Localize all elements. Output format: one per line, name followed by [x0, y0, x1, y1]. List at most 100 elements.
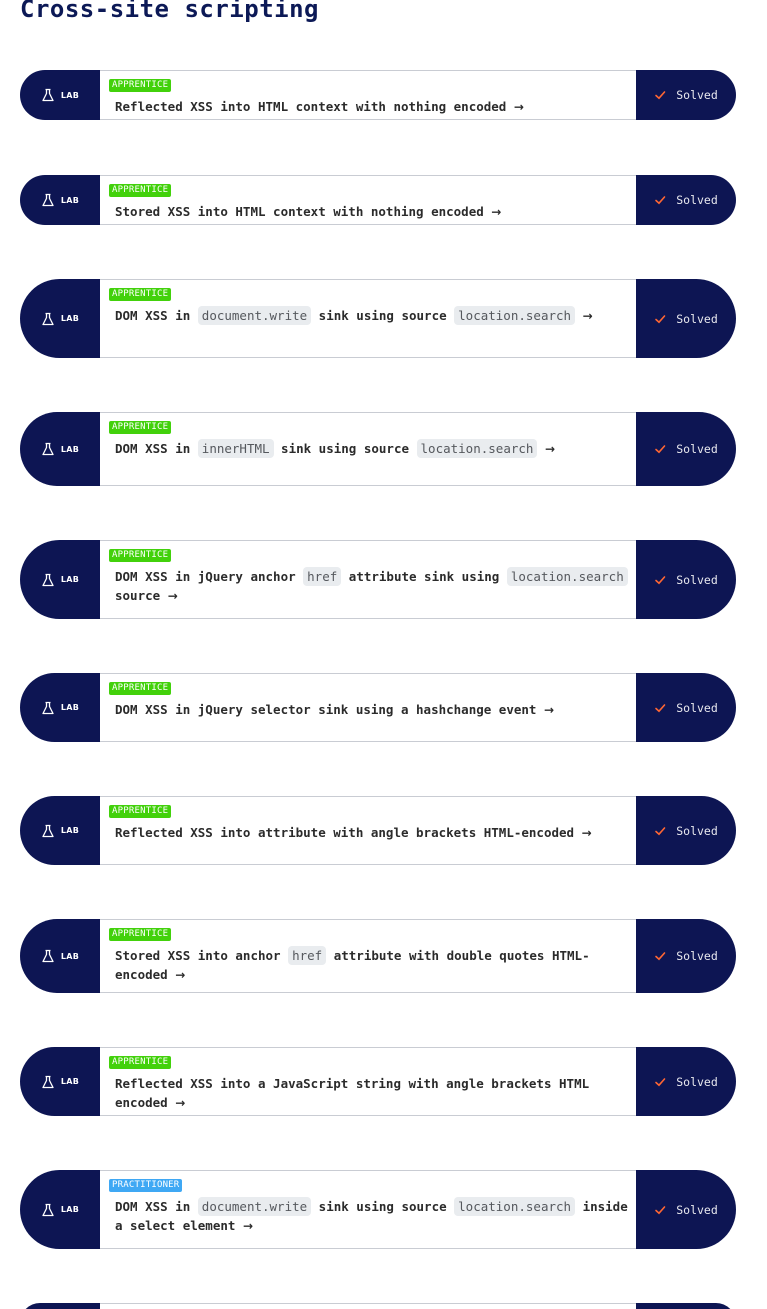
level-badge: APPRENTICE [109, 805, 172, 818]
check-icon [655, 1205, 666, 1214]
lab-tag-label: LAB [60, 951, 80, 961]
lab-card[interactable]: LAB APPRENTICE Reflected XSS into a JavaSc… [20, 1047, 736, 1116]
lab-card[interactable]: LAB APPRENTICE Stored XSS into HTML contex… [20, 175, 736, 225]
lab-card[interactable]: LAB APPRENTICE DOM XSS in jQuery selector … [20, 673, 736, 742]
lab-card[interactable]: LAB APPRENTICE DOM XSS in document.write s… [20, 279, 736, 358]
status-label: Solved [676, 193, 718, 207]
lab-title-link[interactable]: DOM XSS in jQuery anchor href attribute … [115, 567, 628, 606]
lab-tag: LAB [20, 796, 100, 865]
code-snippet: document.write [197, 1197, 312, 1216]
code-snippet: innerHTML [197, 439, 274, 458]
lab-body: APPRENTICE DOM XSS in document.write sink… [100, 279, 636, 358]
flask-icon [42, 573, 54, 586]
lab-tag: LAB [20, 540, 100, 619]
lab-tag-label: LAB [60, 1205, 80, 1214]
lab-title-text: Stored XSS into HTML context with nothin… [115, 204, 484, 219]
status-label: Solved [676, 823, 718, 838]
lab-title-link[interactable]: Stored XSS into HTML context with nothin… [115, 202, 628, 222]
flask-icon [42, 949, 54, 963]
lab-tag-label: LAB [60, 195, 80, 205]
lab-body-partial [100, 1303, 636, 1309]
check-icon [655, 445, 666, 454]
check-icon [655, 575, 666, 584]
lab-title-text: Stored XSS into anchor [115, 948, 289, 963]
lab-card[interactable]: LAB APPRENTICE DOM XSS in jQuery anchor hr… [20, 540, 736, 619]
page-title: Cross-site scripting [20, 0, 319, 23]
lab-card[interactable]: LAB APPRENTICE Reflected XSS into HTML con… [20, 70, 736, 120]
lab-title-link[interactable]: Reflected XSS into a JavaScript string w… [115, 1074, 628, 1113]
level-badge: APPRENTICE [109, 1056, 172, 1069]
lab-title-text: source [115, 588, 161, 603]
lab-title-text: Reflected XSS into attribute with angle … [115, 825, 575, 840]
lab-tag-label: LAB [60, 703, 80, 712]
level-badge: APPRENTICE [109, 928, 172, 941]
lab-tag: LAB [20, 70, 100, 120]
lab-title-text: DOM XSS in [115, 308, 198, 323]
level-badge: APPRENTICE [109, 184, 172, 197]
lab-title-text: DOM XSS in jQuery anchor [115, 569, 304, 584]
lab-body: APPRENTICE Reflected XSS into HTML contex… [100, 70, 636, 120]
arrow-right-icon: → [543, 703, 555, 717]
arrow-right-icon: → [544, 442, 556, 456]
solved-status: Solved [636, 279, 736, 358]
arrow-right-icon: → [582, 309, 593, 323]
lab-tag: LAB [20, 919, 100, 993]
check-icon [655, 952, 666, 961]
lab-tag: LAB [20, 175, 100, 225]
status-label: Solved [676, 311, 718, 326]
flask-icon [42, 442, 54, 456]
lab-tag: LAB [20, 673, 100, 742]
lab-card[interactable]: LAB PRACTITIONER DOM XSS in document.write… [20, 1170, 736, 1249]
lab-title-link[interactable]: Reflected XSS into HTML context with not… [115, 97, 628, 117]
lab-tag: LAB [20, 279, 100, 358]
check-icon [655, 826, 666, 835]
lab-card[interactable]: LAB APPRENTICE Reflected XSS into attribut… [20, 796, 736, 865]
lab-tag: LAB [20, 1047, 100, 1116]
code-snippet: href [288, 946, 327, 965]
solved-status: Solved [636, 919, 736, 993]
lab-title-link[interactable]: DOM XSS in document.write sink using sou… [115, 1197, 628, 1236]
check-icon [655, 196, 666, 205]
lab-title-text: Reflected XSS into HTML context with not… [115, 99, 507, 114]
lab-card[interactable]: LAB APPRENTICE DOM XSS in innerHTML sink u… [20, 412, 736, 486]
lab-tag-label: LAB [60, 826, 80, 835]
status-label: Solved [676, 700, 718, 715]
code-snippet: location.search [454, 1197, 576, 1216]
lab-tag-partial [20, 1303, 100, 1309]
lab-tag-label: LAB [60, 444, 80, 454]
solved-status: Solved [636, 1170, 736, 1249]
lab-body: APPRENTICE Reflected XSS into a JavaScrip… [100, 1047, 636, 1116]
solved-status: Solved [636, 1047, 736, 1116]
lab-title-link[interactable]: DOM XSS in jQuery selector sink using a … [115, 700, 628, 720]
lab-card[interactable]: LAB APPRENTICE Stored XSS into anchor href… [20, 919, 736, 993]
lab-title-link[interactable]: DOM XSS in innerHTML sink using source l… [115, 439, 628, 459]
solved-status: Solved [636, 673, 736, 742]
level-badge: PRACTITIONER [109, 1179, 183, 1192]
lab-body: APPRENTICE Stored XSS into HTML context w… [100, 175, 636, 225]
lab-title-text: DOM XSS in [115, 441, 198, 456]
solved-status: Solved [636, 796, 736, 865]
arrow-right-icon: → [175, 1096, 186, 1110]
flask-icon [42, 701, 54, 714]
level-badge: APPRENTICE [109, 421, 172, 434]
lab-title-link[interactable]: DOM XSS in document.write sink using sou… [115, 306, 628, 326]
flask-icon [42, 1075, 54, 1088]
lab-tag-label: LAB [60, 575, 80, 584]
lab-tag-label: LAB [60, 90, 80, 100]
solved-status: Solved [636, 175, 736, 225]
lab-title-link[interactable]: Reflected XSS into attribute with angle … [115, 823, 628, 843]
flask-icon [42, 193, 54, 207]
lab-title-text: sink using source [311, 1199, 455, 1214]
level-badge: APPRENTICE [109, 682, 172, 695]
lab-body: PRACTITIONER DOM XSS in document.write si… [100, 1170, 636, 1249]
arrow-right-icon: → [581, 826, 592, 840]
check-icon [655, 1077, 666, 1086]
status-label: Solved [676, 88, 718, 102]
solved-status: Solved [636, 412, 736, 486]
check-icon [655, 703, 666, 712]
arrow-right-icon: → [491, 205, 502, 219]
lab-title-link[interactable]: Stored XSS into anchor href attribute wi… [115, 946, 628, 985]
level-badge: APPRENTICE [109, 549, 172, 562]
solved-status: Solved [636, 70, 736, 120]
lab-card-partial[interactable] [20, 1303, 736, 1309]
